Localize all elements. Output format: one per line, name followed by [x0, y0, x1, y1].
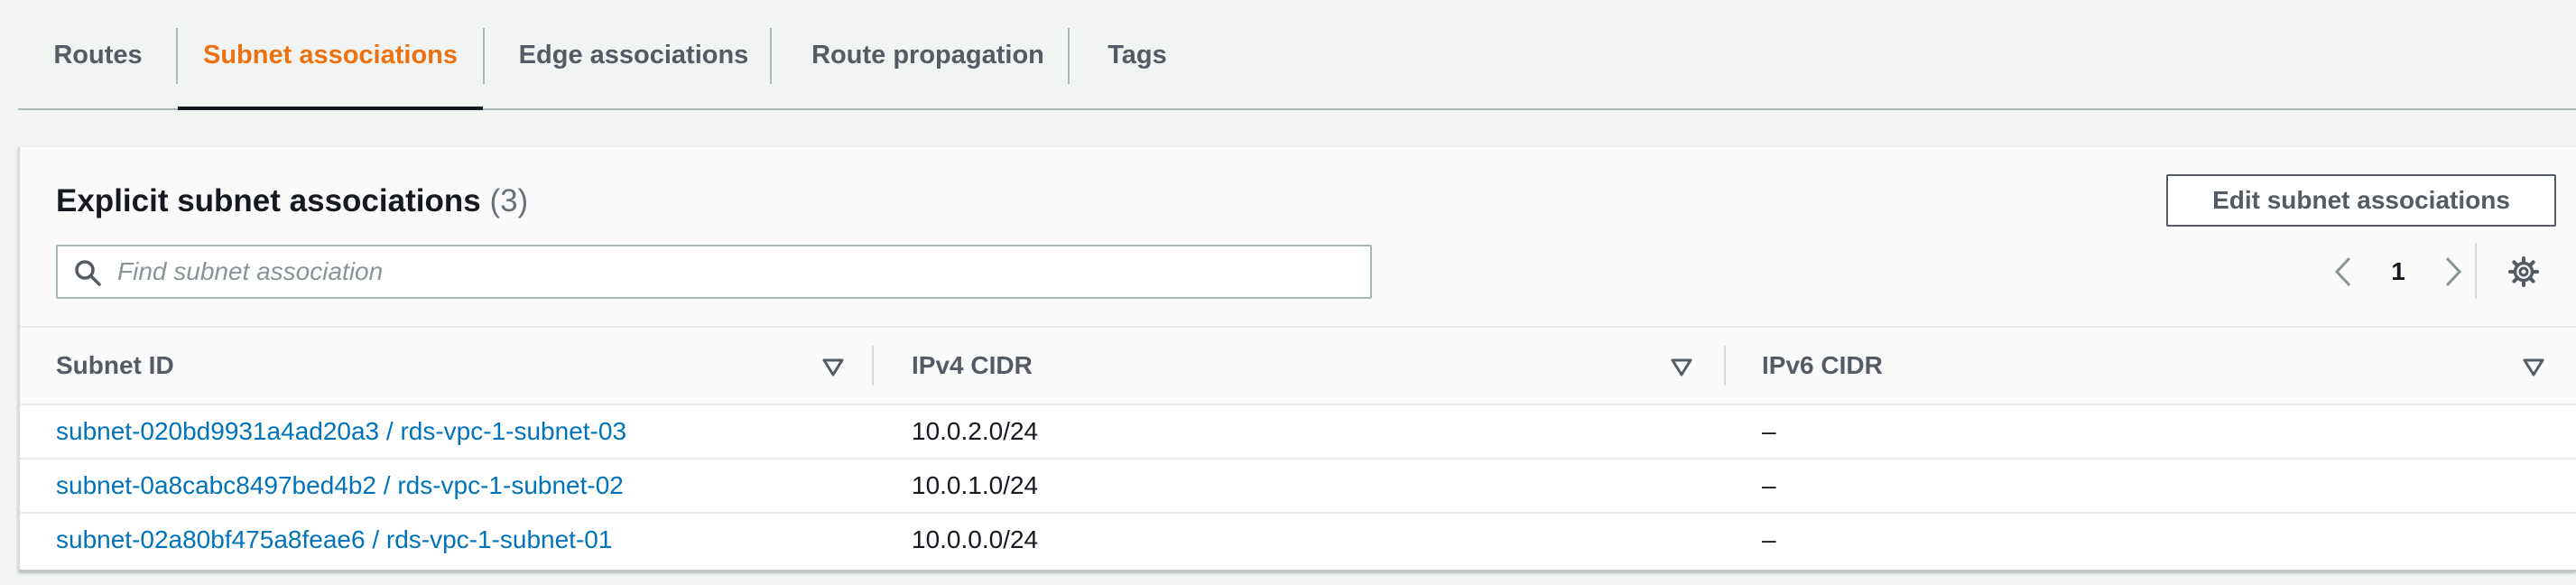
panel-header: Explicit subnet associations (3) Edit su…	[20, 147, 2576, 328]
search-input[interactable]	[117, 252, 1354, 292]
ipv4-cidr-cell: 10.0.0.0/24	[912, 525, 1039, 553]
settings-icon	[2508, 256, 2539, 287]
table-preferences-button[interactable]	[2504, 252, 2544, 292]
active-tab-indicator	[178, 107, 483, 110]
ipv4-cidr-cell: 10.0.2.0/24	[912, 417, 1039, 445]
sort-caret-icon[interactable]	[1668, 353, 1695, 380]
table-header: Subnet ID IPv4 CIDR IPv6 CIDR	[20, 328, 2576, 405]
page-number-button[interactable]: 1	[2376, 254, 2421, 290]
column-header-ipv4-cidr[interactable]: IPv4 CIDR	[912, 328, 1033, 404]
table-row: subnet-0a8cabc8497bed4b2 / rds-vpc-1-sub…	[20, 460, 2576, 514]
tab-tags[interactable]: Tags	[1070, 0, 1205, 110]
table-row: subnet-020bd9931a4ad20a3 / rds-vpc-1-sub…	[20, 405, 2576, 460]
chevron-left-icon	[2334, 256, 2351, 287]
table-row: subnet-02a80bf475a8feae6 / rds-vpc-1-sub…	[20, 514, 2576, 568]
tab-edge-associations[interactable]: Edge associations	[485, 0, 783, 110]
next-page-button[interactable]	[2435, 254, 2471, 290]
tab-bar: Routes Subnet associations Edge associat…	[18, 0, 2576, 110]
chevron-right-icon	[2445, 256, 2462, 287]
panel-count: (3)	[489, 183, 529, 218]
column-header-ipv6-cidr[interactable]: IPv6 CIDR	[1762, 328, 1883, 404]
subnet-link[interactable]: subnet-020bd9931a4ad20a3 / rds-vpc-1-sub…	[56, 405, 626, 458]
tab-routes[interactable]: Routes	[18, 0, 178, 110]
subnet-link[interactable]: subnet-0a8cabc8497bed4b2 / rds-vpc-1-sub…	[56, 460, 624, 512]
ipv6-cidr-cell: –	[1762, 417, 1776, 445]
previous-page-button[interactable]	[2325, 254, 2361, 290]
column-resizer[interactable]	[872, 346, 874, 385]
panel-title-text: Explicit subnet associations	[56, 183, 481, 218]
search-box[interactable]	[56, 245, 1372, 299]
panel-title: Explicit subnet associations (3)	[56, 183, 528, 219]
sort-caret-icon[interactable]	[820, 353, 847, 380]
ipv4-cidr-cell: 10.0.1.0/24	[912, 471, 1039, 499]
edit-subnet-associations-button[interactable]: Edit subnet associations	[2166, 174, 2556, 227]
subnet-associations-panel: Explicit subnet associations (3) Edit su…	[18, 147, 2576, 571]
subnet-link[interactable]: subnet-02a80bf475a8feae6 / rds-vpc-1-sub…	[56, 514, 612, 566]
search-icon	[75, 260, 101, 286]
ipv6-cidr-cell: –	[1762, 471, 1776, 499]
sort-caret-icon[interactable]	[2520, 353, 2547, 380]
tab-route-propagation[interactable]: Route propagation	[772, 0, 1084, 110]
pager-divider	[2475, 243, 2477, 299]
column-resizer[interactable]	[1724, 346, 1726, 385]
column-header-subnet-id[interactable]: Subnet ID	[56, 328, 174, 404]
ipv6-cidr-cell: –	[1762, 525, 1776, 553]
tab-subnet-associations[interactable]: Subnet associations	[178, 0, 483, 110]
